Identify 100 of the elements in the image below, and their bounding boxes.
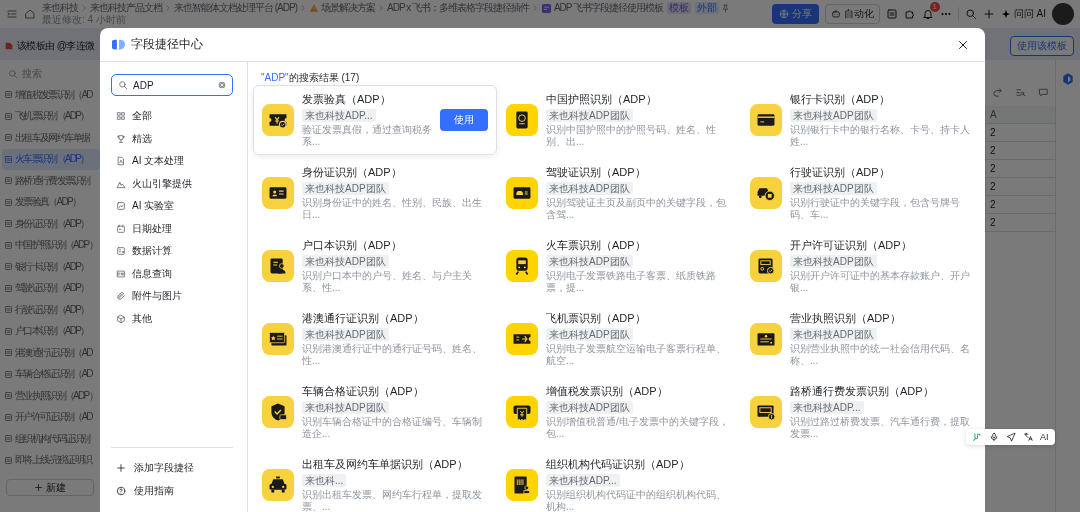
shortcut-title[interactable]: 开户许可证识别（ADP） [790,238,912,253]
document-icon [4,455,13,465]
ai-button[interactable]: AI [1040,432,1049,442]
result-card[interactable]: 身份证识别（ADP） 来也科技ADP团队 识别身份证中的姓名、性别、民族、出生日... [253,158,497,228]
result-card[interactable]: 火车票识别（ADP） 来也科技ADP团队 识别电子发票铁路电子客票、纸质铁路票，提... [497,231,741,301]
pin-icon[interactable] [721,3,731,13]
category-item[interactable]: AI 文本处理 [111,150,233,173]
shortcut-title[interactable]: 出租车及网约车单据识别（ADP） [302,457,468,472]
author-tag: 来也科技ADP团队 [790,109,877,122]
guide-link[interactable]: 使用指南 [111,479,233,502]
result-card[interactable]: 组织机构代码证识别（ADP） 来也科技ADP... 识别组织机构代码证中的组织机构代码、机构... [497,450,741,512]
close-icon[interactable] [957,38,969,51]
document-icon[interactable] [885,8,898,20]
category-item[interactable]: AI 实验室 [111,195,233,218]
category-item[interactable]: 附件与图片 [111,285,233,308]
result-card[interactable]: 飞机票识别（ADP） 来也科技ADP团队 识别电子发票航空运输电子客票行程单、航空... [497,304,741,374]
category-item[interactable]: 日期处理 [111,217,233,240]
sidebar-toggle-icon[interactable] [6,8,18,20]
logo-icon [112,38,125,51]
redo-icon[interactable] [992,86,1003,98]
shortcut-title[interactable]: 中国护照识别（ADP） [546,92,657,107]
result-card[interactable]: 路桥通行费发票识别（ADP） 来也科技ADP... 识别过路过桥费发票、汽车通行费，提取发票... [741,377,985,447]
document-icon [4,154,13,164]
home-icon[interactable] [24,8,36,20]
shortcut-description: 识别增值税普通/电子发票中的关键字段，包... [546,416,730,440]
receipt-icon [506,396,538,428]
bell-icon[interactable] [921,8,934,20]
category-item[interactable]: 精选 [111,127,233,150]
category-item[interactable]: 数据计算 [111,240,233,263]
send-icon[interactable] [1006,432,1016,442]
author-tag: 来也科技ADP团队 [302,328,389,341]
result-card[interactable]: 增值税发票识别（ADP） 来也科技ADP团队 识别增值税普通/电子发票中的关键字段，包... [497,377,741,447]
shortcut-title[interactable]: 路桥通行费发票识别（ADP） [790,384,934,399]
document-icon [4,133,13,143]
result-card[interactable]: 发票验真（ADP） 来也科技ADP... 验证发票真假，通过查询税务系... 使用 [253,85,497,155]
category-item[interactable]: 其他 [111,307,233,330]
train-icon [506,250,538,282]
category-item[interactable]: 火山引擎提供 [111,172,233,195]
translate-icon[interactable] [1023,432,1033,442]
microphone-icon[interactable] [989,432,999,442]
result-card[interactable]: 行驶证识别（ADP） 来也科技ADP团队 识别行驶证中的关键字段，包含号牌号码、车... [741,158,985,228]
author-tag: 来也科... [302,474,347,487]
shortcut-title[interactable]: 身份证识别（ADP） [302,165,402,180]
result-card[interactable]: 驾驶证识别（ADP） 来也科技ADP团队 识别驾驶证主页及副页中的关键字段，包含驾... [497,158,741,228]
clear-icon[interactable] [218,81,226,89]
logo-icon[interactable] [1061,72,1075,86]
author-tag: 来也科技ADP... [546,474,620,487]
grid-icon [116,111,126,122]
shortcut-title[interactable]: 车辆合格证识别（ADP） [302,384,424,399]
shortcut-description: 识别中国护照中的护照号码、姓名、性别、出... [546,124,717,148]
use-button[interactable]: 使用 [440,109,488,131]
result-card[interactable]: 开户许可证识别（ADP） 来也科技ADP团队 识别开户许可证中的基本存款账户、开户银... [741,231,985,301]
category-item[interactable]: 信息查询 [111,262,233,285]
plus-icon [116,462,126,473]
id-card-icon [262,177,294,209]
shortcut-title[interactable]: 港澳通行证识别（ADP） [302,311,424,326]
result-card[interactable]: 出租车及网约车单据识别（ADP） 来也科... 识别出租车发票、网约车行程单，提取发票、... [253,450,497,512]
result-card[interactable]: 营业执照识别（ADP） 来也科技ADP团队 识别营业执照中的统一社会信用代码、名称、... [741,304,985,374]
certificate-icon [750,250,782,282]
new-button[interactable]: 新建 [6,479,94,496]
search-icon[interactable] [964,8,977,20]
shortcut-description: 验证发票真假，通过查询税务系... [302,124,432,148]
shortcut-title[interactable]: 户口本识别（ADP） [302,238,402,253]
author-tag: 来也科技ADP团队 [546,182,633,195]
find-icon[interactable] [1015,86,1026,98]
shortcut-title[interactable]: 飞机票识别（ADP） [546,311,646,326]
avatar[interactable] [1052,3,1074,25]
shortcut-title[interactable]: 银行卡识别（ADP） [790,92,890,107]
document-icon [4,391,13,401]
shortcut-title[interactable]: 火车票识别（ADP） [546,238,646,253]
calendar-icon [116,223,126,234]
chevron-icon [377,4,385,12]
shortcut-title[interactable]: 组织机构代码证识别（ADP） [546,457,690,472]
chevron-icon [299,4,307,12]
result-card[interactable]: 港澳通行证识别（ADP） 来也科技ADP团队 识别港澳通行证中的通行证号码、姓名、性... [253,304,497,374]
document-icon [4,305,13,315]
shortcut-title[interactable]: 营业执照识别（ADP） [790,311,901,326]
plus-icon[interactable] [982,8,995,20]
shortcut-description: 识别出租车发票、网约车行程单，提取发票、... [302,489,483,512]
shortcut-description: 识别营业执照中的统一社会信用代码、名称、... [790,343,971,367]
ask-ai-button[interactable]: 问问 AI [1000,7,1046,21]
shortcut-title[interactable]: 驾驶证识别（ADP） [546,165,646,180]
globe-icon [778,9,789,19]
add-shortcut-link[interactable]: 添加字段捷径 [111,456,233,479]
result-card[interactable]: 中国护照识别（ADP） 来也科技ADP团队 识别中国护照中的护照号码、姓名、性别、出... [497,85,741,155]
document-icon [4,412,13,422]
comment-icon[interactable] [1038,86,1049,98]
result-card[interactable]: 车辆合格证识别（ADP） 来也科技ADP团队 识别车辆合格证中的合格证编号、车辆制造企... [253,377,497,447]
shortcut-description: 识别过路过桥费发票、汽车通行费，提取发票... [790,416,971,440]
result-card[interactable]: 户口本识别（ADP） 来也科技ADP团队 识别户口本中的户号、姓名、与户主关系、性... [253,231,497,301]
person-document-icon [262,250,294,282]
tag: 外部 [695,2,720,14]
result-card[interactable]: 银行卡识别（ADP） 来也科技ADP团队 识别银行卡中的银行名称、卡号、持卡人姓... [741,85,985,155]
author-tag: 来也科技ADP团队 [546,109,633,122]
search-field[interactable]: ADP [111,74,233,96]
plugin-icon[interactable] [972,432,982,442]
category-item[interactable]: 全部 [111,105,233,128]
shortcut-title[interactable]: 增值税发票识别（ADP） [546,384,668,399]
automation-button[interactable]: 自动化 [824,4,880,24]
shortcut-title[interactable]: 行驶证识别（ADP） [790,165,890,180]
